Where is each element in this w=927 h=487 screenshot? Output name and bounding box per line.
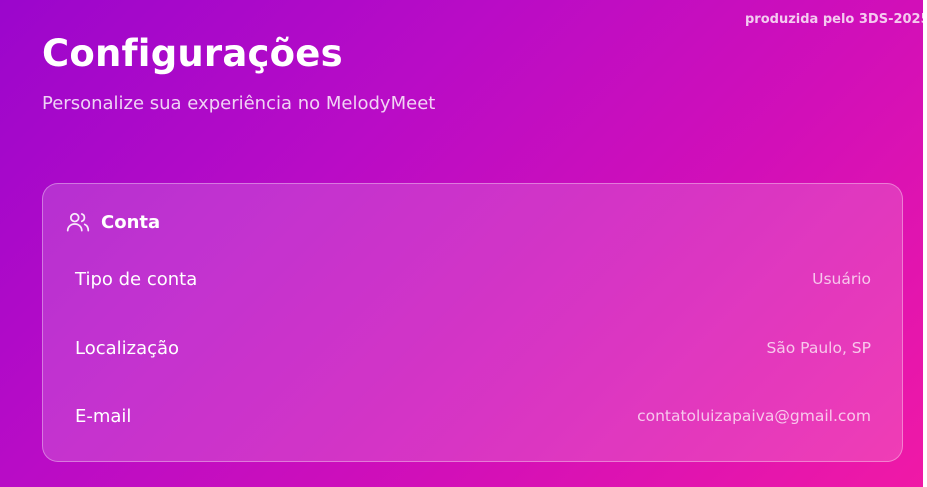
settings-page: { "credit": "produzida pelo 3DS-2025", "… <box>0 0 927 487</box>
page-subtitle: Personalize sua experiência no MelodyMee… <box>42 93 436 114</box>
account-card-header: Conta <box>65 208 160 236</box>
location-row[interactable]: Localização São Paulo, SP <box>75 332 871 364</box>
page-title: Configurações <box>42 32 343 75</box>
account-card: Conta Tipo de conta Usuário Localização … <box>42 183 903 462</box>
window-edge <box>923 0 927 487</box>
location-value: São Paulo, SP <box>766 339 871 357</box>
email-row[interactable]: E-mail contatoluizapaiva@gmail.com <box>75 400 871 432</box>
credit-text: produzida pelo 3DS-2025 <box>745 12 927 27</box>
account-card-title: Conta <box>101 211 161 233</box>
location-label: Localização <box>75 337 180 359</box>
email-label: E-mail <box>75 405 132 427</box>
account-type-row[interactable]: Tipo de conta Usuário <box>75 263 871 295</box>
account-type-label: Tipo de conta <box>75 268 198 290</box>
users-icon <box>65 209 91 235</box>
account-type-value: Usuário <box>812 270 871 288</box>
email-value: contatoluizapaiva@gmail.com <box>637 407 871 425</box>
